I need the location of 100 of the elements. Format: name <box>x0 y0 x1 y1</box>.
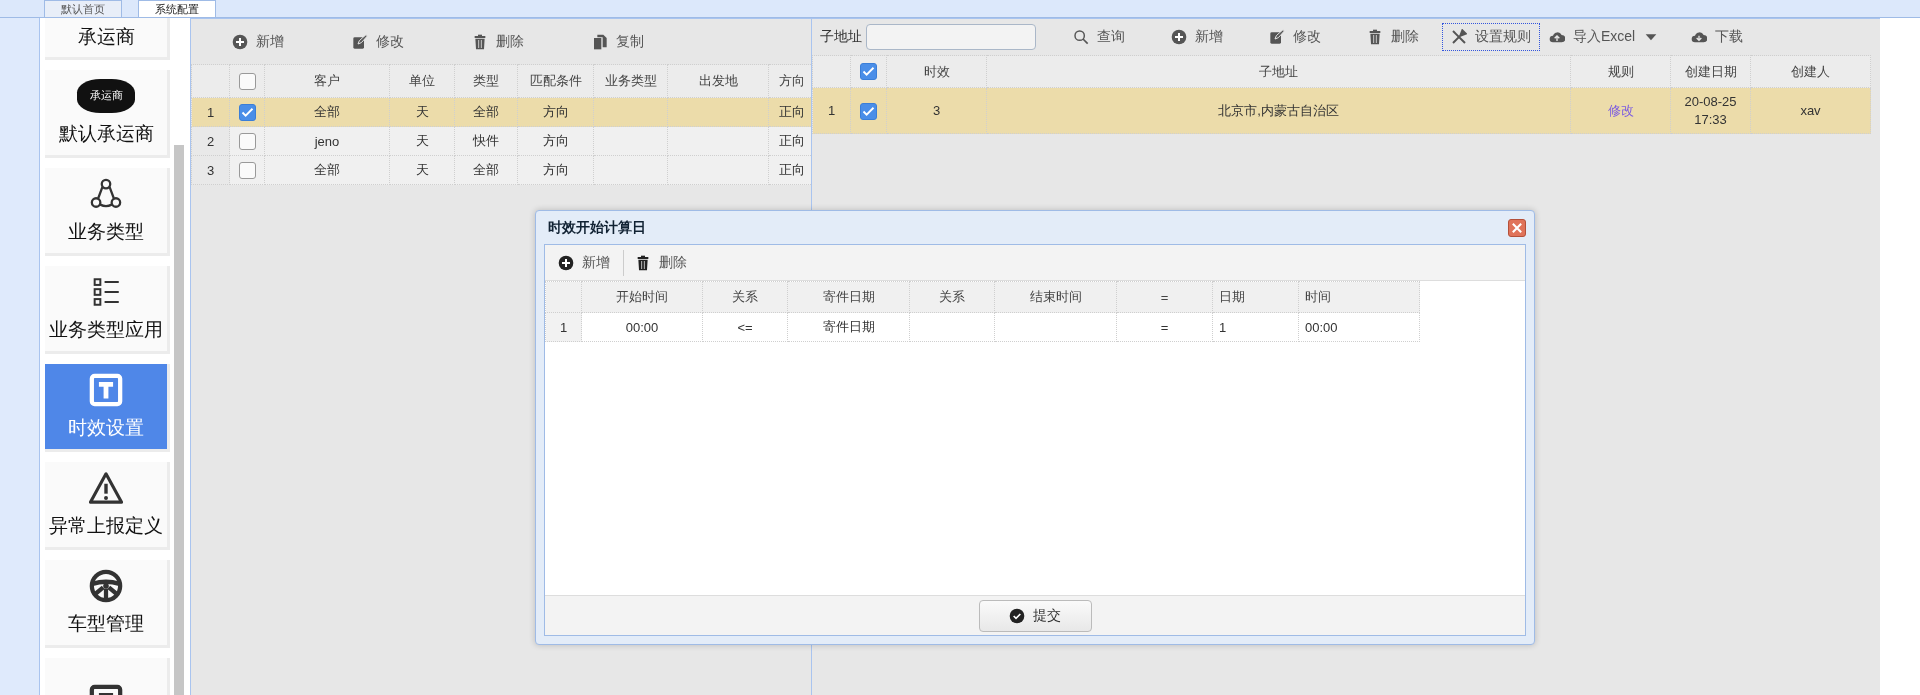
toolbar-button[interactable]: 删除 <box>1344 23 1442 51</box>
column-header[interactable]: 日期 <box>1212 281 1299 313</box>
toolbar-button[interactable]: 设置规则 <box>1442 23 1540 51</box>
search-field[interactable] <box>866 24 1036 50</box>
toolbar-button[interactable]: 导入Excel <box>1540 23 1669 51</box>
toolbar-button[interactable]: 删除 <box>467 27 587 56</box>
sidebar-item[interactable]: 业务类型 <box>45 168 170 256</box>
column-header[interactable]: 业务类型 <box>593 64 668 98</box>
plus-circle-icon <box>1171 29 1187 45</box>
close-icon <box>1512 222 1522 233</box>
edit-icon <box>352 33 368 50</box>
toolbar-button[interactable]: 下载 <box>1668 23 1767 51</box>
checkbox[interactable] <box>238 161 256 179</box>
column-header[interactable]: 出发地 <box>667 64 769 98</box>
sidebar-item[interactable]: 异常上报定义 <box>45 462 170 550</box>
checkbox[interactable] <box>860 63 877 81</box>
column-header[interactable]: 寄件日期 <box>787 281 910 313</box>
table-cell: 寄件日期 <box>787 312 910 342</box>
column-header[interactable]: = <box>1116 281 1213 313</box>
column-header[interactable]: 时效 <box>886 55 987 88</box>
row-number: 1 <box>191 97 230 127</box>
table-cell: 快件 <box>454 126 518 156</box>
table-cell: 方向 <box>517 155 594 185</box>
plus-circle-icon <box>558 254 574 271</box>
column-header[interactable]: 时间 <box>1298 281 1420 313</box>
close-button[interactable] <box>1508 218 1526 237</box>
sidebar-item[interactable]: 承运商 <box>45 18 170 60</box>
table-cell: <= <box>702 312 788 342</box>
edit-link[interactable]: 修改 <box>1607 102 1634 118</box>
column-header[interactable]: 关系 <box>702 281 788 313</box>
warning-icon <box>89 470 123 505</box>
table-cell: 方向 <box>517 126 594 156</box>
column-header[interactable]: 子地址 <box>986 55 1571 88</box>
field-label: 子地址 <box>820 28 862 46</box>
sidebar-label: 车型管理 <box>68 611 144 636</box>
column-header[interactable]: 创建日期 <box>1670 55 1751 88</box>
column-header[interactable]: 客户 <box>264 64 390 98</box>
sidebar-label: 异常上报定义 <box>49 513 163 538</box>
dialog-title: 时效开始计算日 <box>548 218 646 237</box>
table-cell: 00:00 <box>581 312 703 342</box>
sidebar-item[interactable]: 业务类型应用 <box>45 266 170 354</box>
table-cell: = <box>1116 312 1213 342</box>
tab[interactable]: 默认首页 <box>44 0 122 17</box>
trash-icon <box>1367 29 1383 45</box>
edit-icon <box>1269 29 1285 45</box>
trash-icon <box>472 33 488 50</box>
trash-icon <box>635 254 651 271</box>
column-header[interactable]: 类型 <box>454 64 518 98</box>
column-header[interactable]: 结束时间 <box>994 281 1117 313</box>
checkbox[interactable] <box>238 132 256 150</box>
row-number: 1 <box>545 312 582 342</box>
toolbar-button[interactable]: 复制 <box>587 27 707 56</box>
t-square-icon <box>89 372 123 407</box>
scrollbar-thumb[interactable] <box>174 145 184 695</box>
sidebar-item[interactable]: 车型管理 <box>45 560 170 648</box>
tab[interactable]: 系统配置 <box>138 0 216 17</box>
sidebar-item[interactable]: 时效设置 <box>45 364 170 452</box>
cloud-download-icon <box>1691 29 1708 45</box>
table-cell: jeno <box>264 126 390 156</box>
table-cell: 全部 <box>454 97 518 127</box>
column-header[interactable]: 单位 <box>389 64 455 98</box>
column-header[interactable]: 匹配条件 <box>517 64 594 98</box>
copy-icon <box>592 33 608 50</box>
table-cell: 00:00 <box>1298 312 1420 342</box>
check-circle-icon <box>1009 607 1025 624</box>
row-number: 1 <box>812 87 851 134</box>
toolbar-button[interactable]: 新增 <box>1148 23 1246 51</box>
sidebar-item[interactable]: 承运商 默认承运商 <box>45 70 170 158</box>
column-header[interactable]: 方向 <box>768 64 811 98</box>
table-cell: 天 <box>389 97 455 127</box>
checkbox[interactable] <box>860 102 877 120</box>
sidebar-label: 默认承运商 <box>58 121 154 146</box>
sidebar-label: 时效设置 <box>68 415 144 440</box>
cloud-upload-icon <box>1549 29 1565 45</box>
toolbar-button[interactable]: 修改 <box>347 27 467 56</box>
toolbar-button[interactable]: 新增 <box>553 248 617 277</box>
table-cell: 3 <box>886 87 987 134</box>
sidebar-label: 业务类型应用 <box>49 317 163 342</box>
column-header[interactable]: 规则 <box>1570 55 1671 88</box>
toolbar-button[interactable]: 查询 <box>1050 23 1148 51</box>
plus-circle-icon <box>232 33 248 50</box>
column-header[interactable]: 开始时间 <box>581 281 703 313</box>
table-cell: 方向 <box>517 97 594 127</box>
toolbar-button[interactable]: 修改 <box>1246 23 1344 51</box>
column-header[interactable]: 关系 <box>909 281 995 313</box>
sidebar-label: 承运商 <box>77 24 135 49</box>
table-cell: 1 <box>1212 312 1299 342</box>
row-number: 2 <box>191 126 230 156</box>
carrier-badge: 承运商 <box>77 78 135 113</box>
checkbox[interactable] <box>238 103 256 121</box>
table-cell: 天 <box>389 126 455 156</box>
table-cell: xav <box>1750 87 1871 134</box>
checkbox[interactable] <box>238 72 256 90</box>
row-number: 3 <box>191 155 230 185</box>
submit-button[interactable]: 提交 <box>978 599 1092 632</box>
toolbar-button[interactable]: 新增 <box>227 27 347 56</box>
column-header[interactable]: 创建人 <box>1750 55 1871 88</box>
toolbar-button[interactable]: 删除 <box>630 248 694 277</box>
nodes-icon <box>89 176 123 211</box>
table-cell: 天 <box>389 155 455 185</box>
